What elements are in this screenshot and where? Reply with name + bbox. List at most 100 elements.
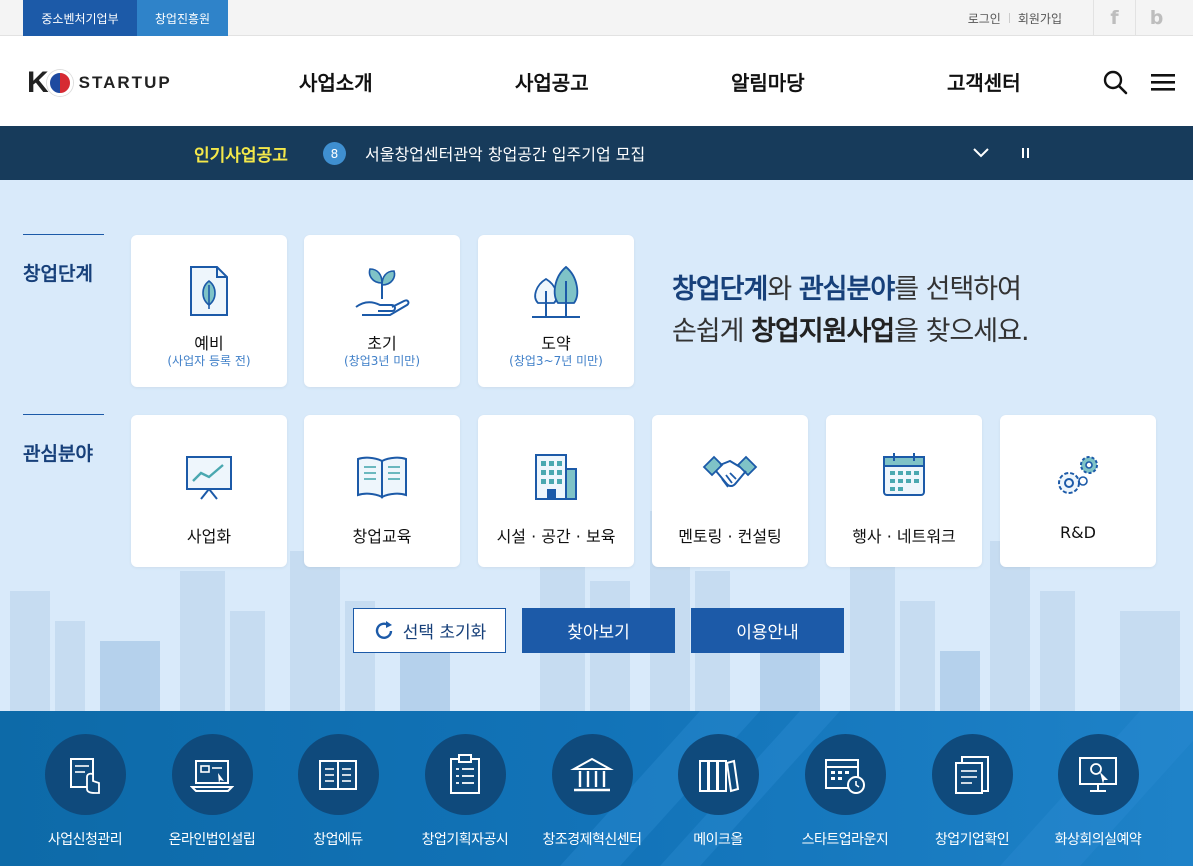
- field-card-education[interactable]: 창업교육: [304, 415, 460, 567]
- field-card-facility[interactable]: 시설 · 공간 · 보육: [478, 415, 634, 567]
- stage-card-early[interactable]: 초기 (창업3년 미만): [304, 235, 460, 387]
- quick-icon-circle: [677, 734, 759, 815]
- field-card-rnd[interactable]: R&D: [1000, 415, 1156, 567]
- monitor-cursor-icon: [1079, 756, 1117, 792]
- quick-label: 메이크올: [693, 832, 743, 848]
- field-card-label: 시설 · 공간 · 보육: [496, 527, 616, 546]
- clipboard-list-icon: [450, 753, 480, 794]
- blog-icon[interactable]: b: [1135, 0, 1177, 36]
- quick-item[interactable]: 스타트업라운지: [785, 734, 905, 849]
- quick-item[interactable]: 창업에듀: [278, 734, 398, 849]
- chart-monitor-icon: [186, 456, 232, 500]
- stage-card-label: 예비: [194, 334, 224, 353]
- quick-label: 온라인법인설립: [168, 832, 256, 848]
- quick-label: 화상회의실예약: [1054, 832, 1142, 848]
- ticker-notice-link[interactable]: 서울창업센터관악 창업공간 입주기업 모집: [365, 126, 645, 180]
- stage-card-sub: (창업3년 미만): [343, 354, 420, 368]
- field-card-label: 창업교육: [352, 527, 412, 546]
- quick-icon-circle: [804, 734, 886, 815]
- nav-notice-board[interactable]: 알림마당: [731, 36, 805, 126]
- nav-business-intro[interactable]: 사업소개: [299, 36, 373, 126]
- headline-text: 을 찾으세요.: [894, 316, 1029, 347]
- quick-icon-circle: [551, 734, 633, 815]
- quick-label: 창업기업확인: [934, 832, 1010, 848]
- institution-icon: [570, 757, 614, 791]
- stage-card-sub: (사업자 등록 전): [167, 354, 251, 368]
- quick-menu: 사업신청관리 온라인법인설립 창업에듀 창업기획자공시 창조경제혁신센터 메이크…: [0, 711, 1193, 866]
- field-card-label: 행사 · 네트워크: [852, 527, 956, 546]
- calendar-icon: [883, 453, 925, 496]
- quick-icon-circle: [931, 734, 1013, 815]
- field-card-mentoring[interactable]: 멘토링 · 컨설팅: [652, 415, 808, 567]
- login-link[interactable]: 로그인: [968, 10, 1001, 27]
- nav-business-notice[interactable]: 사업공고: [515, 36, 589, 126]
- quick-icon-circle: [1057, 734, 1139, 815]
- quick-icon-circle: [424, 734, 506, 815]
- divider: [1008, 13, 1010, 23]
- quick-label: 창업기획자공시: [421, 832, 509, 848]
- utility-bar: 중소벤처기업부 창업진흥원 로그인 회원가입 f b: [0, 0, 1193, 36]
- stage-card-label: 초기: [367, 334, 397, 353]
- search-button[interactable]: 찾아보기: [522, 608, 675, 653]
- taegeuk-icon: [46, 70, 73, 96]
- quick-item[interactable]: 창업기획자공시: [405, 734, 525, 849]
- refresh-icon: [375, 620, 392, 639]
- headline-text: 와: [767, 274, 799, 305]
- nav-customer-center[interactable]: 고객센터: [947, 36, 1021, 126]
- stage-section-title: 창업단계: [23, 234, 104, 286]
- quick-item[interactable]: 창조경제혁신센터: [532, 734, 652, 849]
- facebook-icon[interactable]: f: [1093, 0, 1135, 36]
- reset-label: 선택 초기화: [402, 623, 487, 643]
- header: K STARTUP 사업소개 사업공고 알림마당 고객센터: [0, 36, 1193, 126]
- finder-headline: 창업단계와 관심분야를 선택하여 손쉽게 창업지원사업을 찾으세요.: [672, 269, 1030, 353]
- quick-item[interactable]: 창업기업확인: [912, 734, 1032, 849]
- sprout-hand-icon: [355, 268, 410, 316]
- certificate-icon: [955, 755, 989, 794]
- chevron-down-icon[interactable]: [970, 143, 992, 163]
- open-book-icon: [357, 456, 407, 499]
- field-card-commercialization[interactable]: 사업화: [131, 415, 287, 567]
- usage-guide-button[interactable]: 이용안내: [691, 608, 844, 653]
- quick-label: 사업신청관리: [47, 832, 123, 848]
- hamburger-menu-icon[interactable]: [1150, 69, 1176, 95]
- quick-item[interactable]: 사업신청관리: [25, 734, 145, 849]
- quick-item[interactable]: 메이크올: [658, 734, 778, 849]
- quick-label: 스타트업라운지: [801, 832, 889, 848]
- quick-icon-circle: [297, 734, 379, 815]
- pause-icon[interactable]: [1018, 143, 1032, 163]
- gears-icon: [1058, 456, 1098, 494]
- agency-link[interactable]: 창업진흥원: [137, 0, 228, 36]
- stage-card-pre[interactable]: 예비 (사업자 등록 전): [131, 235, 287, 387]
- document-leaf-icon: [190, 266, 228, 316]
- signup-link[interactable]: 회원가입: [1018, 10, 1062, 27]
- stage-card-label: 도약: [541, 334, 571, 353]
- stage-card-leap[interactable]: 도약 (창업3~7년 미만): [478, 235, 634, 387]
- headline-stage: 창업단계: [672, 274, 768, 305]
- kstartup-logo[interactable]: K STARTUP: [27, 66, 172, 100]
- calendar-clock-icon: [825, 758, 865, 794]
- building-icon: [535, 454, 577, 500]
- search-icon[interactable]: [1102, 69, 1128, 95]
- ticker-label: 인기사업공고: [194, 145, 288, 166]
- headline-text: 를 선택하여: [894, 274, 1022, 305]
- business-finder: 창업단계 예비 (사업자 등록 전) 초기 (창업3년 미만) 도약 (창업3~…: [0, 180, 1193, 711]
- quick-item[interactable]: 온라인법인설립: [152, 734, 272, 849]
- member-links: 로그인 회원가입: [968, 0, 1062, 36]
- ministry-link[interactable]: 중소벤처기업부: [23, 0, 137, 36]
- books-shelf-icon: [699, 759, 740, 792]
- laptop-form-icon: [190, 759, 234, 792]
- stage-card-sub: (창업3~7년 미만): [509, 354, 603, 368]
- quick-item[interactable]: 화상회의실예약: [1038, 734, 1158, 849]
- popular-notice-ticker: 인기사업공고 8 서울창업센터관악 창업공간 입주기업 모집: [0, 126, 1193, 180]
- quick-label: 창조경제혁신센터: [542, 832, 642, 848]
- field-card-event[interactable]: 행사 · 네트워크: [826, 415, 982, 567]
- ticker-number-badge: 8: [323, 142, 346, 165]
- reset-selection-button[interactable]: 선택 초기화: [353, 608, 506, 653]
- quick-label: 창업에듀: [313, 832, 363, 848]
- logo-wordmark: STARTUP: [78, 73, 172, 92]
- field-section-title: 관심분야: [23, 414, 104, 466]
- book-icon: [319, 759, 357, 790]
- application-hand-icon: [70, 757, 100, 794]
- trees-icon: [532, 265, 580, 318]
- field-card-label: R&D: [1060, 523, 1096, 542]
